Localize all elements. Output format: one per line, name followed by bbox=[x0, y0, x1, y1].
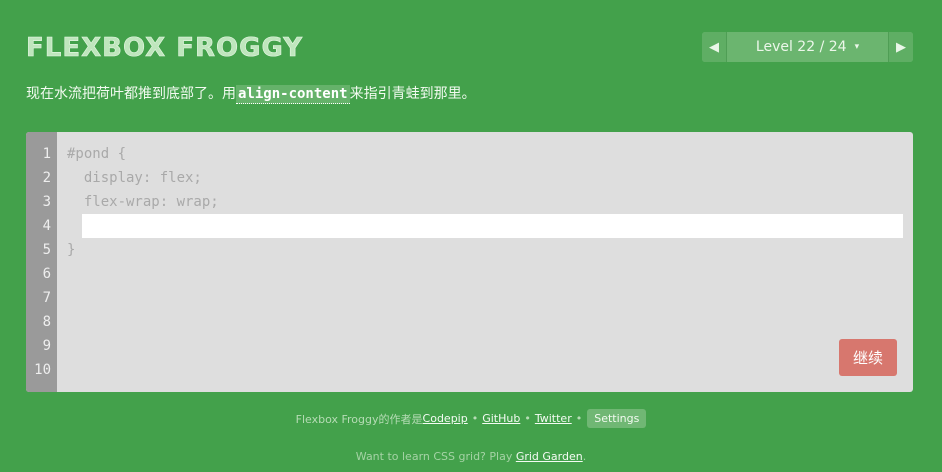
level-selector[interactable]: Level 22 / 24 ▾ bbox=[727, 32, 888, 62]
grid-garden-link[interactable]: Grid Garden bbox=[516, 450, 583, 463]
codepip-link[interactable]: Codepip bbox=[423, 412, 468, 425]
code-line-flex-wrap: flex-wrap: wrap; bbox=[67, 194, 219, 210]
line-number: 4 bbox=[42, 218, 51, 234]
instructions-code-keyword[interactable]: align-content bbox=[236, 85, 350, 104]
line-number: 6 bbox=[42, 266, 51, 282]
footer-promo: Want to learn CSS grid? Play Grid Garden… bbox=[0, 450, 942, 463]
line-number: 8 bbox=[42, 314, 51, 330]
triangle-right-icon: ▶ bbox=[896, 39, 906, 55]
level-label: Level 22 / 24 bbox=[755, 39, 847, 55]
line-number-gutter: 1 2 3 4 5 6 7 8 9 10 bbox=[26, 132, 57, 392]
settings-button[interactable]: Settings bbox=[587, 409, 647, 428]
css-editor: 1 2 3 4 5 6 7 8 9 10 #pond { display: fl… bbox=[26, 132, 913, 392]
triangle-left-icon: ◀ bbox=[709, 39, 719, 55]
separator-dot: • bbox=[575, 412, 583, 425]
previous-level-button[interactable]: ◀ bbox=[702, 32, 727, 62]
github-link[interactable]: GitHub bbox=[482, 412, 520, 425]
separator-dot: • bbox=[524, 412, 531, 425]
instructions-text-after: 来指引青蛙到那里。 bbox=[349, 86, 476, 102]
promo-suffix: . bbox=[582, 450, 587, 463]
line-number: 1 bbox=[42, 146, 51, 162]
footer-credits: Flexbox Froggy的作者是 Codepip • GitHub • Tw… bbox=[0, 409, 942, 428]
code-line-closing-brace: } bbox=[67, 242, 76, 258]
credits-text: Flexbox Froggy的作者是 bbox=[295, 412, 423, 426]
line-number: 3 bbox=[42, 194, 51, 210]
separator-dot: • bbox=[471, 412, 479, 425]
level-navigation: ◀ Level 22 / 24 ▾ ▶ bbox=[702, 32, 913, 62]
code-line-display: display: flex; bbox=[67, 170, 202, 186]
next-level-button[interactable]: ▶ bbox=[888, 32, 913, 62]
instructions-text-before: 现在水流把荷叶都推到底部了。用 bbox=[26, 86, 236, 102]
caret-down-icon: ▾ bbox=[854, 42, 860, 52]
twitter-link[interactable]: Twitter bbox=[535, 412, 572, 425]
next-button[interactable]: 继续 bbox=[839, 339, 897, 376]
line-number: 9 bbox=[42, 338, 51, 354]
line-number: 7 bbox=[42, 290, 51, 306]
code-line-selector: #pond { bbox=[67, 146, 127, 162]
promo-text: Want to learn CSS grid? Play bbox=[355, 450, 516, 463]
game-title: FLEXBOX FROGGY bbox=[26, 33, 304, 64]
line-number: 10 bbox=[34, 362, 51, 378]
line-number: 2 bbox=[42, 170, 51, 186]
level-instructions: 现在水流把荷叶都推到底部了。用 align-content 来指引青蛙到那里。 bbox=[26, 83, 476, 104]
line-number: 5 bbox=[42, 242, 51, 258]
css-answer-input[interactable] bbox=[82, 214, 903, 238]
